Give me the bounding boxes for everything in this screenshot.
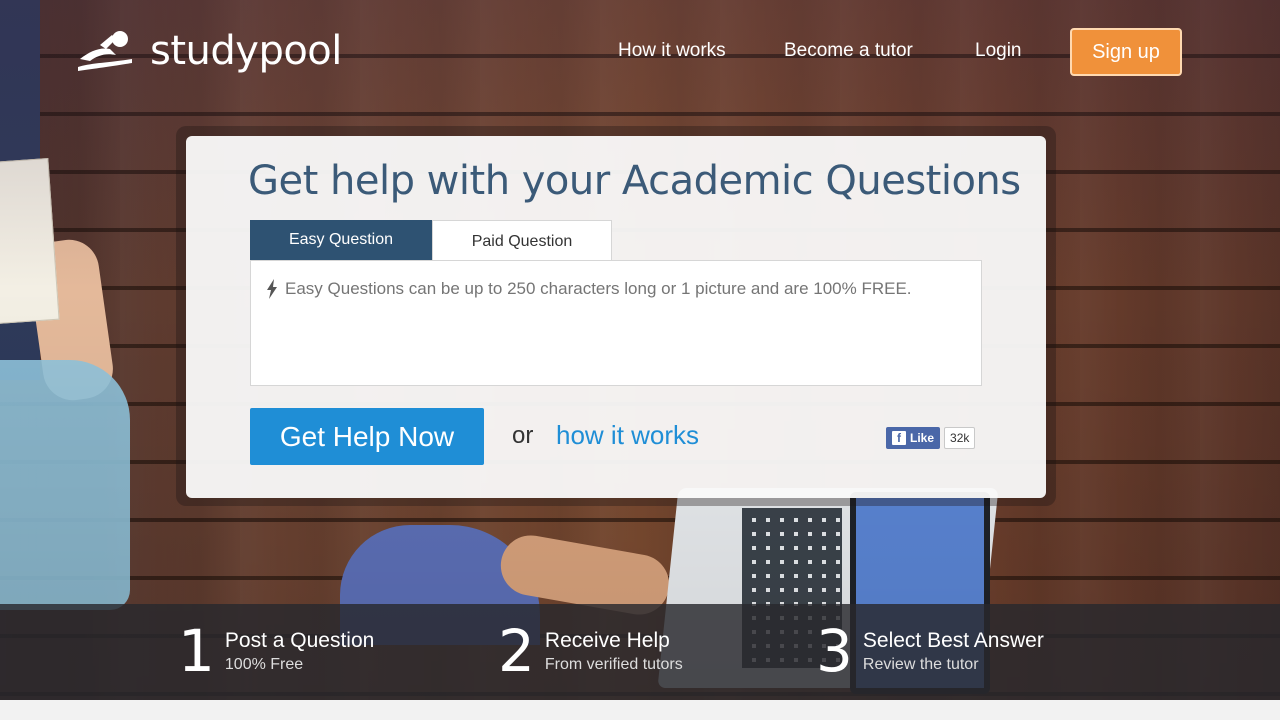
facebook-like-label: Like [910,431,935,445]
facebook-like-button[interactable]: f Like [886,427,941,449]
facebook-icon: f [892,431,906,445]
step-select-answer: 3 Select Best Answer Review the tutor [816,616,1044,686]
how-it-works-link[interactable]: how it works [556,420,699,451]
nav-login[interactable]: Login [975,40,1022,62]
question-card: Get help with your Academic Questions Ea… [186,136,1046,498]
step-post-question: 1 Post a Question 100% Free [178,616,374,686]
step-number: 3 [816,617,853,685]
tab-easy-question[interactable]: Easy Question [250,220,432,260]
steps-bar: 1 Post a Question 100% Free 2 Receive He… [0,604,1280,700]
page-bottom-strip [0,700,1280,720]
step-receive-help: 2 Receive Help From verified tutors [498,616,683,686]
step-number: 1 [178,617,215,685]
question-box [250,260,982,386]
step-title: Receive Help [544,629,670,652]
question-input[interactable] [265,279,967,367]
page-title: Get help with your Academic Questions [248,158,1021,204]
or-separator: or [512,422,534,449]
tab-paid-question[interactable]: Paid Question [432,220,612,260]
step-subtitle: 100% Free [224,656,304,673]
get-help-now-button[interactable]: Get Help Now [250,408,484,465]
step-text: Post a Question 100% Free [225,616,374,676]
nav-how-it-works[interactable]: How it works [618,40,726,62]
facebook-like-widget: f Like 32k [886,426,976,450]
signup-button[interactable]: Sign up [1070,28,1182,76]
step-text: Select Best Answer Review the tutor [863,616,1044,676]
step-text: Receive Help From verified tutors [545,616,683,676]
facebook-like-count: 32k [944,427,976,449]
step-subtitle: From verified tutors [544,656,683,673]
bolt-icon [267,279,277,299]
nav-become-tutor[interactable]: Become a tutor [784,40,913,62]
step-number: 2 [498,617,535,685]
step-title: Select Best Answer [862,629,1044,652]
step-subtitle: Review the tutor [862,656,979,673]
step-title: Post a Question [224,629,375,652]
